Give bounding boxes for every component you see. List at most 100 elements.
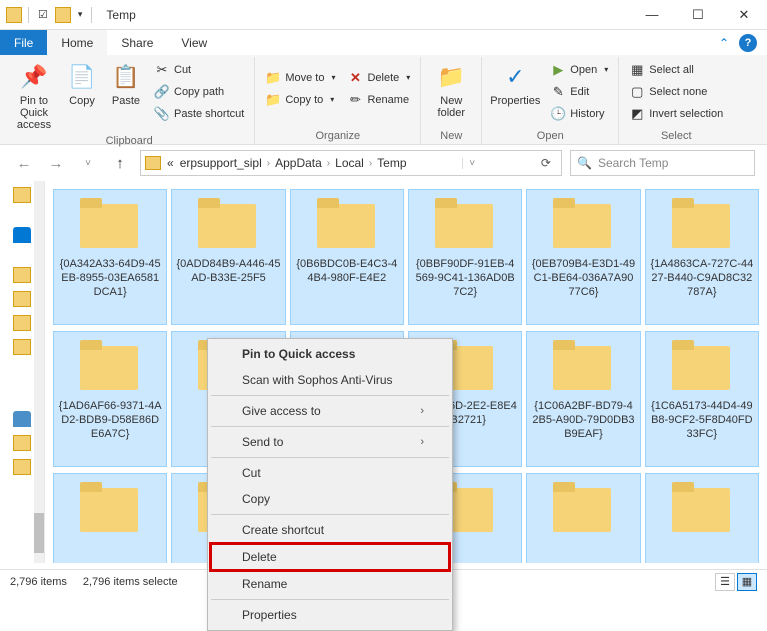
nav-forward-button[interactable]: →: [44, 151, 68, 175]
navpane-scrollbar[interactable]: [34, 181, 44, 563]
view-icons-button[interactable]: ▦: [737, 573, 757, 591]
share-tab[interactable]: Share: [107, 30, 167, 55]
invert-selection-button[interactable]: ◩Invert selection: [625, 103, 727, 124]
ribbon-group-select: ▦Select all ▢Select none ◩Invert selecti…: [619, 57, 733, 144]
minimize-button[interactable]: —: [629, 0, 675, 30]
nav-back-button[interactable]: ←: [12, 151, 36, 175]
properties-button[interactable]: ✓ Properties: [488, 59, 542, 109]
nav-folder-icon[interactable]: [13, 339, 31, 355]
breadcrumb[interactable]: « erpsupport_sipl› AppData› Local› Temp …: [140, 150, 562, 176]
nav-folder-icon[interactable]: [13, 291, 31, 307]
folder-item[interactable]: {0B6BDC0B-E4C3-44B4-980F-E4E2: [290, 189, 404, 325]
folder-copy-icon: 📁: [265, 92, 281, 108]
folder-item[interactable]: {1C06A2BF-BD79-42B5-A90D-79D0DB3B9EAF}: [526, 331, 640, 467]
folder-label: {0BBF90DF-91EB-4569-9C41-136AD0B7C2}: [411, 258, 519, 299]
navigation-pane[interactable]: [0, 181, 45, 563]
nav-history-dropdown[interactable]: ˅: [76, 151, 100, 175]
paste-shortcut-icon: 📎: [154, 106, 170, 122]
nav-folder-icon[interactable]: [13, 267, 31, 283]
collapse-ribbon-icon[interactable]: ⌃: [719, 36, 729, 50]
folder-move-icon: 📁: [265, 70, 281, 86]
history-button[interactable]: 🕒History: [546, 103, 612, 124]
nav-folder-icon[interactable]: [13, 459, 31, 475]
copy-to-button[interactable]: 📁Copy to▾: [261, 89, 339, 110]
folder-item[interactable]: {0A342A33-64D9-45EB-8955-03EA6581DCA1}: [53, 189, 167, 325]
cut-button[interactable]: ✂Cut: [150, 59, 248, 80]
cm-shortcut[interactable]: Create shortcut: [210, 517, 450, 543]
select-none-button[interactable]: ▢Select none: [625, 81, 727, 102]
select-none-icon: ▢: [629, 84, 645, 100]
cm-send-to[interactable]: Send to›: [210, 429, 450, 455]
cm-rename[interactable]: Rename: [210, 571, 450, 597]
folder-item[interactable]: {1C6A5173-44D4-49B8-9CF2-5F8D40FD33FC}: [645, 331, 759, 467]
delete-icon: ✕: [347, 70, 363, 86]
folder-label: {0EB709B4-E3D1-49C1-BE64-036A7A9077C6}: [529, 258, 637, 299]
dropdown-icon[interactable]: ▾: [75, 9, 86, 20]
folder-label: {1C06A2BF-BD79-42B5-A90D-79D0DB3B9EAF}: [529, 400, 637, 441]
file-tab[interactable]: File: [0, 30, 47, 55]
dropdown-icon[interactable]: ˅: [462, 158, 481, 169]
cm-pin[interactable]: Pin to Quick access: [210, 341, 450, 367]
scissors-icon: ✂: [154, 62, 170, 78]
search-input[interactable]: [598, 156, 753, 170]
folder-icon: [196, 198, 260, 250]
breadcrumb-seg[interactable]: AppData: [273, 156, 324, 170]
navpane-scroll-thumb[interactable]: [34, 513, 44, 553]
home-tab[interactable]: Home: [47, 30, 107, 55]
ribbon: 📌 Pin to Quick access 📄 Copy 📋 Paste ✂Cu…: [0, 55, 767, 145]
help-icon[interactable]: ?: [739, 34, 757, 52]
nav-onedrive-icon[interactable]: [13, 227, 31, 243]
rename-button[interactable]: ✏Rename: [343, 89, 414, 110]
cm-give-access[interactable]: Give access to›: [210, 398, 450, 424]
cm-scan[interactable]: Scan with Sophos Anti-Virus: [210, 367, 450, 393]
open-button[interactable]: ▶Open▾: [546, 59, 612, 80]
move-to-button[interactable]: 📁Move to▾: [261, 67, 339, 88]
edit-button[interactable]: ✎Edit: [546, 81, 612, 102]
view-details-button[interactable]: ☰: [715, 573, 735, 591]
folder-item[interactable]: {1A4863CA-727C-4427-B440-C9AD8C32787A}: [645, 189, 759, 325]
cm-properties[interactable]: Properties: [210, 602, 450, 628]
edit-icon: ✎: [550, 84, 566, 100]
paste-shortcut-button[interactable]: 📎Paste shortcut: [150, 103, 248, 124]
nav-folder-icon[interactable]: [13, 187, 31, 203]
cm-copy[interactable]: Copy: [210, 486, 450, 512]
open-icon: ▶: [550, 62, 566, 78]
folder-icon: [78, 198, 142, 250]
chevron-right-icon: ›: [420, 436, 424, 448]
breadcrumb-seg[interactable]: Temp: [375, 156, 408, 170]
copy-path-button[interactable]: 🔗Copy path: [150, 81, 248, 102]
maximize-button[interactable]: ☐: [675, 0, 721, 30]
properties-icon: ✓: [499, 61, 531, 93]
folder-item[interactable]: [526, 473, 640, 563]
folder-item[interactable]: {0EB709B4-E3D1-49C1-BE64-036A7A9077C6}: [526, 189, 640, 325]
quick-access-check-icon[interactable]: ☑: [35, 8, 51, 21]
copy-button[interactable]: 📄 Copy: [62, 59, 102, 109]
paste-icon: 📋: [110, 61, 142, 93]
folder-item[interactable]: [53, 473, 167, 563]
folder-item[interactable]: {0ADD84B9-A446-45AD-B33E-25F5: [171, 189, 285, 325]
close-button[interactable]: ✕: [721, 0, 767, 30]
folder-icon: [433, 198, 497, 250]
pin-to-quick-access-button[interactable]: 📌 Pin to Quick access: [10, 59, 58, 133]
folder-item[interactable]: {1AD6AF66-9371-4AD2-BDB9-D58E86DE6A7C}: [53, 331, 167, 467]
cm-cut[interactable]: Cut: [210, 460, 450, 486]
new-folder-button[interactable]: 📁 New folder: [427, 59, 475, 121]
folder-icon: [78, 340, 142, 392]
nav-folder-icon[interactable]: [13, 315, 31, 331]
nav-up-button[interactable]: ↑: [108, 151, 132, 175]
folder-item[interactable]: {0BBF90DF-91EB-4569-9C41-136AD0B7C2}: [408, 189, 522, 325]
breadcrumb-seg[interactable]: erpsupport_sipl: [178, 156, 264, 170]
folder-item[interactable]: [645, 473, 759, 563]
paste-button[interactable]: 📋 Paste: [106, 59, 146, 109]
search-box[interactable]: 🔍: [570, 150, 755, 176]
folder-label: {0B6BDC0B-E4C3-44B4-980F-E4E2: [293, 258, 401, 286]
refresh-icon[interactable]: ⟳: [535, 156, 557, 170]
delete-button[interactable]: ✕Delete▾: [343, 67, 414, 88]
nav-folder-icon[interactable]: [13, 435, 31, 451]
cm-delete[interactable]: Delete: [209, 542, 451, 572]
ribbon-tabs: File Home Share View ⌃ ?: [0, 30, 767, 55]
breadcrumb-seg[interactable]: Local: [333, 156, 366, 170]
view-tab[interactable]: View: [167, 30, 221, 55]
select-all-button[interactable]: ▦Select all: [625, 59, 727, 80]
nav-thispc-icon[interactable]: [13, 411, 31, 427]
